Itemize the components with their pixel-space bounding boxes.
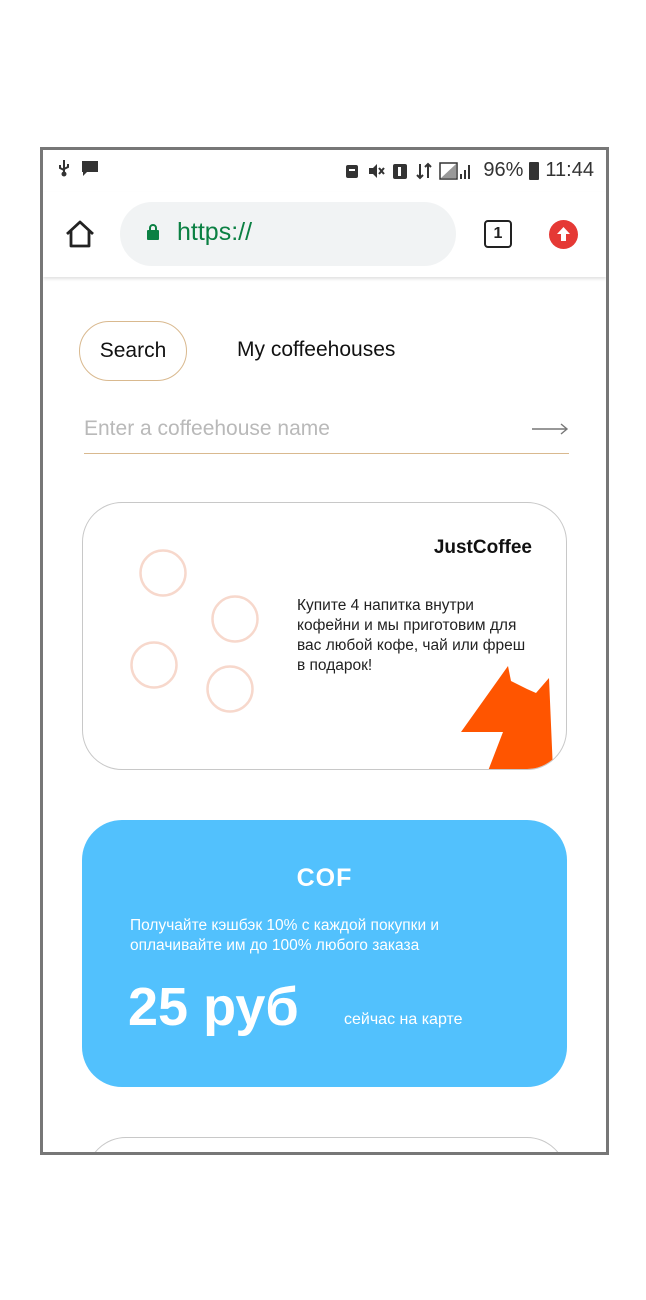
coffeehouse-card-justcoffee[interactable]: JustCoffee Купите 4 напитка внутри кофей… — [82, 502, 567, 770]
card-balance-note: сейчас на карте — [344, 1011, 463, 1028]
address-bar[interactable]: https:// — [120, 202, 456, 266]
signal-icon — [439, 161, 471, 180]
status-bar: 96% 11:44 — [43, 150, 606, 192]
tab-my-coffeehouses[interactable]: My coffeehouses — [237, 321, 395, 379]
coffeehouse-card-partial[interactable] — [86, 1137, 567, 1152]
message-icon — [81, 159, 99, 177]
card-description: Получайте кэшбэк 10% с каждой покупки и … — [130, 917, 440, 954]
arrow-right-icon[interactable] — [531, 421, 569, 437]
data-icon — [415, 162, 433, 180]
alarm-icon — [343, 162, 361, 180]
browser-toolbar: https:// 1 — [43, 192, 606, 277]
card-description: Купите 4 напитка внутри кофейни и мы при… — [297, 597, 526, 674]
page-content: Search My coffeehouses JustCoffee Купите… — [43, 277, 606, 1152]
usb-icon — [55, 159, 73, 177]
update-icon[interactable] — [549, 220, 578, 249]
fox-logo-icon — [461, 666, 553, 769]
battery-icon — [529, 161, 540, 180]
status-left — [55, 159, 99, 177]
coffeehouse-card-cof[interactable]: COF Получайте кэшбэк 10% с каждой покупк… — [82, 820, 567, 1087]
url-text: https:// — [177, 218, 252, 247]
decor-circle — [206, 665, 254, 713]
status-time: 11:44 — [545, 159, 594, 181]
mute-icon — [367, 162, 386, 180]
status-right: 96% 11:44 — [343, 159, 594, 182]
search-input[interactable] — [84, 409, 514, 449]
sim-icon — [391, 162, 409, 180]
tab-search[interactable]: Search — [79, 321, 187, 381]
home-icon[interactable] — [63, 217, 97, 251]
decor-circle — [130, 641, 178, 689]
decor-circle — [139, 549, 187, 597]
card-title: COF — [296, 864, 353, 892]
lock-icon — [146, 223, 160, 241]
tab-switcher-button[interactable]: 1 — [484, 220, 512, 248]
card-title: JustCoffee — [433, 537, 532, 558]
decor-circle — [211, 595, 259, 643]
card-balance-amount: 25 руб — [128, 977, 299, 1037]
search-row — [84, 409, 569, 454]
phone-frame: 96% 11:44 https:// 1 Search My coffeehou… — [40, 147, 609, 1155]
url-scheme: https:// — [177, 218, 253, 246]
battery-percent: 96% — [483, 159, 524, 181]
